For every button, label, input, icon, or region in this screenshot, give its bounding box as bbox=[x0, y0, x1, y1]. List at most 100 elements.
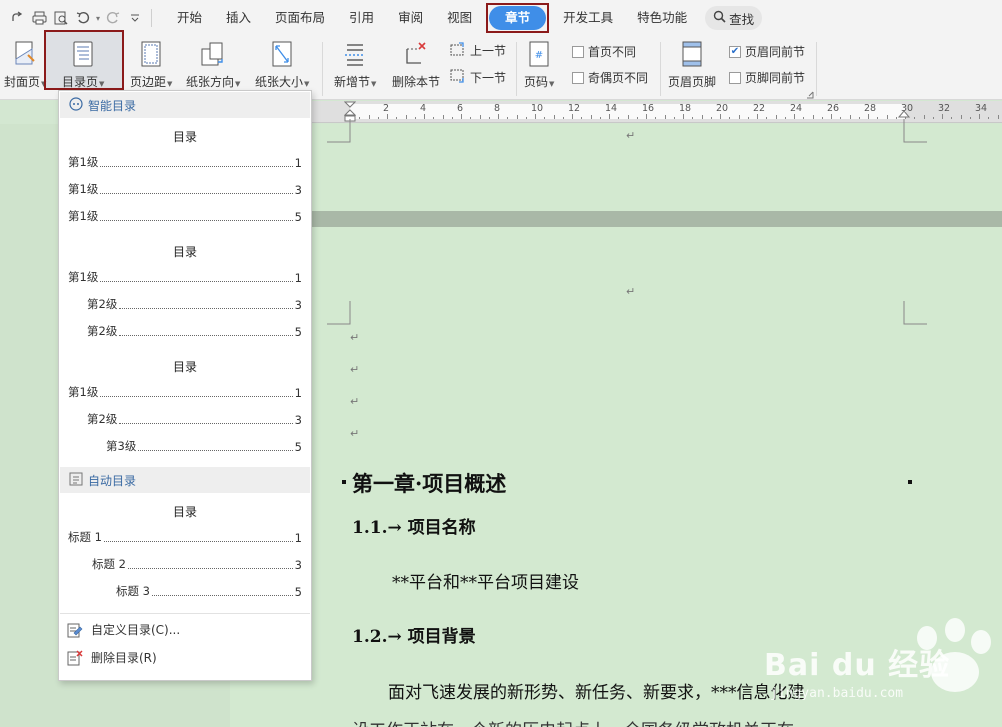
menu-bar: ▾ 开始 插入 页面布局 引用 审阅 视图 章节 开发工具 特色功能 查找 bbox=[0, 0, 1002, 36]
first-page-diff-checkbox[interactable]: 首页不同 bbox=[572, 43, 636, 60]
tab-developer[interactable]: 开发工具 bbox=[551, 6, 625, 30]
ruler-tick bbox=[683, 114, 684, 119]
orientation-button[interactable]: 纸张方向▼ bbox=[186, 39, 240, 90]
ribbon-divider bbox=[816, 42, 817, 96]
page-number-label: 页码 bbox=[524, 75, 549, 89]
ruler-number: 26 bbox=[827, 103, 840, 114]
chevron-down-icon: ▼ bbox=[304, 80, 310, 88]
prev-section-button[interactable]: 上一节 bbox=[450, 42, 506, 59]
ruler-tick bbox=[747, 117, 749, 119]
dialog-launcher-icon[interactable] bbox=[806, 88, 814, 102]
delete-toc-menu-item[interactable]: 删除目录(R) bbox=[67, 649, 157, 666]
header-footer-icon bbox=[678, 39, 706, 69]
header-footer-button[interactable]: 页眉页脚 bbox=[668, 39, 716, 90]
next-section-button[interactable]: 下一节 bbox=[450, 69, 506, 86]
ruler-tick bbox=[599, 117, 601, 119]
ruler-tick bbox=[535, 114, 536, 119]
body-paragraph[interactable]: 设工作正站在一个新的历史起点上，全国各级党政机关正在 bbox=[352, 716, 794, 727]
ruler-tick bbox=[479, 115, 481, 119]
ruler-tick bbox=[979, 114, 980, 119]
paragraph-mark: ↵ bbox=[626, 285, 636, 298]
ruler-number: 2 bbox=[383, 103, 390, 114]
auto-toc-header-label: 自动目录 bbox=[88, 473, 137, 488]
chapter-heading[interactable]: 第一章·项目概述 bbox=[352, 468, 506, 498]
page-number-button[interactable]: # 页码▼ bbox=[524, 39, 554, 90]
page-gap bbox=[230, 211, 1002, 227]
ruler-tick bbox=[498, 114, 499, 119]
tab-insert[interactable]: 插入 bbox=[214, 6, 263, 30]
new-section-button[interactable]: 新增节▼ bbox=[334, 39, 376, 90]
horizontal-ruler[interactable]: 2 4 6 8 10 12 14 16 18 20 22 24 26 28 30 32 34 bbox=[312, 101, 1002, 123]
heading-1-2[interactable]: 1.2.→ 项目背景 bbox=[352, 622, 476, 647]
ruler-number: 4 bbox=[420, 103, 427, 114]
ruler-tick bbox=[553, 115, 555, 119]
odd-even-diff-checkbox[interactable]: 奇偶页不同 bbox=[572, 69, 648, 86]
tab-view[interactable]: 视图 bbox=[435, 6, 484, 30]
body-paragraph[interactable]: 面对飞速发展的新形势、新任务、新要求，***信息化建 bbox=[388, 678, 805, 703]
smart-toc-option-1[interactable]: 目录 第1级 1 第1级 3 第1级 5 bbox=[59, 121, 311, 233]
ruler-tick bbox=[729, 117, 731, 119]
ruler-tick bbox=[544, 117, 546, 119]
ruler-tick bbox=[794, 114, 795, 119]
cover-page-button[interactable]: 封面页▼ bbox=[4, 39, 46, 90]
print-preview-icon[interactable] bbox=[50, 7, 72, 29]
delete-toc-icon bbox=[67, 649, 83, 666]
checkbox-icon bbox=[729, 71, 741, 84]
ruler-number: 24 bbox=[790, 103, 803, 114]
body-paragraph[interactable]: **平台和**平台项目建设 bbox=[392, 568, 579, 593]
toc-entry: 标题 35 bbox=[116, 584, 302, 599]
print-icon[interactable] bbox=[28, 7, 50, 29]
toc-entry: 第3级 5 bbox=[106, 439, 302, 454]
tab-special[interactable]: 特色功能 bbox=[625, 6, 699, 30]
page-margin-button[interactable]: 页边距▼ bbox=[130, 39, 172, 90]
smart-toc-option-2[interactable]: 目录 第1级 1 第2级 3 第2级 5 bbox=[59, 236, 311, 348]
auto-toc-section-header: 自动目录 bbox=[60, 467, 310, 493]
ruler-tick bbox=[895, 117, 897, 119]
ruler-number: 14 bbox=[605, 103, 618, 114]
smart-toc-option-3[interactable]: 目录 第1级 1 第2级 3 第3级 5 bbox=[59, 351, 311, 463]
tab-page-layout[interactable]: 页面布局 bbox=[263, 6, 337, 30]
tab-review[interactable]: 审阅 bbox=[386, 6, 435, 30]
page-number-icon: # bbox=[525, 39, 553, 69]
header-same-checkbox[interactable]: ✔ 页眉同前节 bbox=[729, 43, 805, 60]
ruler-tick bbox=[581, 117, 583, 119]
toc-entry: 第1级 1 bbox=[68, 155, 302, 170]
toc-page-button[interactable]: 目录页▼ bbox=[62, 39, 104, 90]
share-icon[interactable] bbox=[6, 7, 28, 29]
ruler-tick bbox=[424, 114, 425, 119]
quick-access-toolbar: ▾ bbox=[0, 7, 157, 29]
ruler-tick bbox=[775, 115, 777, 119]
ruler-tick bbox=[359, 117, 361, 119]
search-button[interactable]: 查找 bbox=[705, 6, 763, 30]
toc-entry: 标题 23 bbox=[92, 557, 302, 572]
ruler-tick bbox=[886, 115, 888, 119]
ruler-tick bbox=[840, 117, 842, 119]
tab-home[interactable]: 开始 bbox=[165, 6, 214, 30]
ruler-tick bbox=[525, 117, 527, 119]
chevron-down-icon: ▼ bbox=[167, 80, 173, 88]
tab-section[interactable]: 章节 bbox=[489, 6, 547, 30]
ruler-tick bbox=[655, 117, 657, 119]
footer-same-checkbox[interactable]: 页脚同前节 bbox=[729, 69, 805, 86]
delete-section-button[interactable]: 删除本节 bbox=[392, 39, 440, 90]
toc-title: 目录 bbox=[172, 505, 197, 519]
undo-icon[interactable] bbox=[72, 7, 94, 29]
ruler-tick bbox=[590, 115, 592, 119]
ruler-tick bbox=[572, 114, 573, 119]
custom-toc-menu-item[interactable]: 自定义目录(C)... bbox=[67, 621, 180, 638]
heading-1-1[interactable]: 1.1.→ 项目名称 bbox=[352, 513, 476, 538]
toc-entry: 第2级 3 bbox=[87, 297, 302, 312]
paper-size-button[interactable]: 纸张大小▼ bbox=[255, 39, 309, 90]
ruler-tick bbox=[720, 114, 721, 119]
header-footer-label: 页眉页脚 bbox=[668, 75, 717, 89]
undo-dropdown-icon[interactable]: ▾ bbox=[94, 7, 102, 29]
cover-page-label: 封面页 bbox=[4, 75, 41, 89]
tab-references[interactable]: 引用 bbox=[337, 6, 386, 30]
customize-icon[interactable] bbox=[124, 7, 146, 29]
redo-icon[interactable] bbox=[102, 7, 124, 29]
ruler-tick bbox=[858, 117, 860, 119]
paragraph-mark: ↵ bbox=[350, 331, 360, 344]
ruler-tick bbox=[451, 117, 453, 119]
paragraph-mark: ↵ bbox=[626, 129, 636, 142]
auto-toc-option[interactable]: 目录 标题 11 标题 23 标题 35 bbox=[59, 496, 311, 608]
